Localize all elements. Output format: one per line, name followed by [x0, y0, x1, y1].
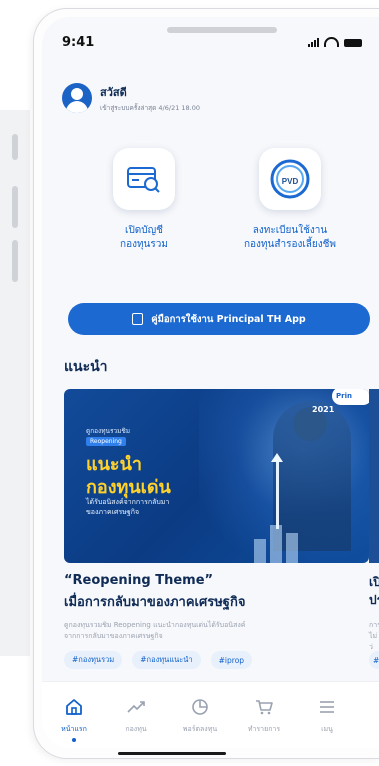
featured-card-title-line2[interactable]: เมื่อการกลับมาของภาคเศรษฐกิจ	[64, 591, 245, 612]
menu-icon	[320, 701, 334, 713]
phone-side-button	[12, 186, 18, 228]
phone-side-button	[12, 134, 18, 160]
user-guide-label: คู่มือการใช้งาน Principal TH App	[151, 313, 306, 325]
pvd-icon-text: PVD	[282, 177, 299, 186]
nav-home[interactable]: หน้าแรก	[46, 698, 102, 742]
nav-home-label: หน้าแรก	[61, 725, 87, 733]
phone-frame: 9:41 สวัสดี เข้าสู่ระบบครั้งล่าสุด 4/6/2…	[33, 8, 379, 759]
next-card-title-line1[interactable]: เปิ	[369, 573, 379, 592]
featured-card-image[interactable]: Prin 2021 ดูกองทุนรวมชิม Reopening แนะนำ…	[64, 389, 369, 563]
nav-portfolio[interactable]: พอร์ตลงทุน	[172, 698, 228, 735]
image-tag: Reopening	[86, 437, 126, 446]
card-search-icon	[113, 148, 175, 210]
featured-card-tags: #กองทุนรวม #กองทุนแนะนำ #iprop	[64, 651, 253, 669]
cart-icon	[256, 700, 273, 715]
user-guide-button[interactable]: คู่มือการใช้งาน Principal TH App	[68, 303, 370, 335]
growth-arrow-icon	[271, 453, 283, 529]
pvd-icon: PVD	[259, 148, 321, 210]
status-time: 9:41	[62, 35, 95, 50]
next-card-image[interactable]	[369, 389, 379, 563]
pie-chart-icon	[192, 699, 208, 715]
tag-chip[interactable]: #iprop	[210, 651, 253, 669]
greeting-block[interactable]: สวัสดี เข้าสู่ระบบครั้งล่าสุด 4/6/21 18.…	[62, 83, 200, 113]
book-icon	[132, 313, 144, 325]
battery-icon	[344, 39, 362, 47]
open-account-label-line1: เปิดบัญชี	[125, 225, 163, 236]
nav-funds-label: กองทุน	[125, 725, 147, 733]
screenshot-stage: 9:41 สวัสดี เข้าสู่ระบบครั้งล่าสุด 4/6/2…	[0, 0, 379, 766]
signal-icon	[308, 38, 319, 47]
status-icons	[308, 37, 362, 47]
notch	[167, 27, 277, 33]
image-small-text: ดูกองทุนรวมชิม	[86, 427, 131, 435]
greeting-title: สวัสดี	[100, 86, 127, 99]
featured-card-desc-line1: ดูกองทุนรวมชิม Reopening แนะนำกองทุนเด่น…	[64, 621, 246, 629]
avatar[interactable]	[62, 83, 92, 113]
bottom-nav: หน้าแรก กองทุน พอร์ตลงทุน ทำรายการ เมนู	[42, 681, 379, 748]
recommended-section-title: แนะนำ	[64, 359, 108, 375]
image-year: 2021	[312, 405, 335, 414]
app-screen: 9:41 สวัสดี เข้าสู่ระบบครั้งล่าสุด 4/6/2…	[42, 17, 379, 748]
next-card-desc-line2: ไม่ว่	[369, 632, 378, 651]
nav-menu-label: เมนู	[321, 725, 333, 733]
principal-logo: Prin	[332, 389, 369, 405]
home-icon	[66, 699, 82, 715]
register-pvd-button[interactable]: PVD ลงทะเบียนใช้งาน กองทุนสำรองเลี้ยงชีพ	[230, 148, 350, 252]
wifi-icon	[324, 37, 339, 47]
next-card-tag[interactable]: #	[369, 651, 379, 669]
tag-chip[interactable]: #กองทุนแนะนำ	[132, 651, 201, 669]
register-pvd-label-line2: กองทุนสำรองเลี้ยงชีพ	[243, 239, 337, 250]
image-bar	[270, 525, 282, 563]
nav-transactions-label: ทำรายการ	[247, 725, 281, 733]
home-indicator	[118, 752, 226, 755]
open-account-label-line2: กองทุนรวม	[120, 239, 168, 250]
nav-transactions[interactable]: ทำรายการ	[236, 698, 292, 735]
next-card-title-line2[interactable]: ปร	[369, 591, 379, 610]
featured-card-desc-line2: จากการกลับมาของภาคเศรษฐกิจ	[64, 632, 163, 640]
image-subtext-line2: ของภาคเศรษฐกิจ	[86, 508, 140, 516]
image-bar	[286, 533, 298, 563]
nav-funds[interactable]: กองทุน	[108, 698, 164, 735]
status-bar: 9:41	[42, 17, 379, 67]
trend-icon	[127, 701, 145, 713]
nav-portfolio-label: พอร์ตลงทุน	[182, 725, 218, 733]
next-card-desc-line1: การ	[369, 621, 379, 629]
featured-card-title-line1[interactable]: “Reopening Theme”	[64, 573, 213, 588]
image-bar	[254, 539, 266, 563]
tag-chip[interactable]: #กองทุนรวม	[64, 651, 123, 669]
open-fund-account-button[interactable]: เปิดบัญชี กองทุนรวม	[84, 148, 204, 252]
phone-side-button	[12, 240, 18, 282]
register-pvd-label-line1: ลงทะเบียนใช้งาน	[252, 225, 328, 236]
nav-menu[interactable]: เมนู	[299, 698, 355, 735]
last-login-text: เข้าสู่ระบบครั้งล่าสุด 4/6/21 18.00	[100, 104, 201, 112]
nav-active-indicator	[72, 738, 76, 742]
